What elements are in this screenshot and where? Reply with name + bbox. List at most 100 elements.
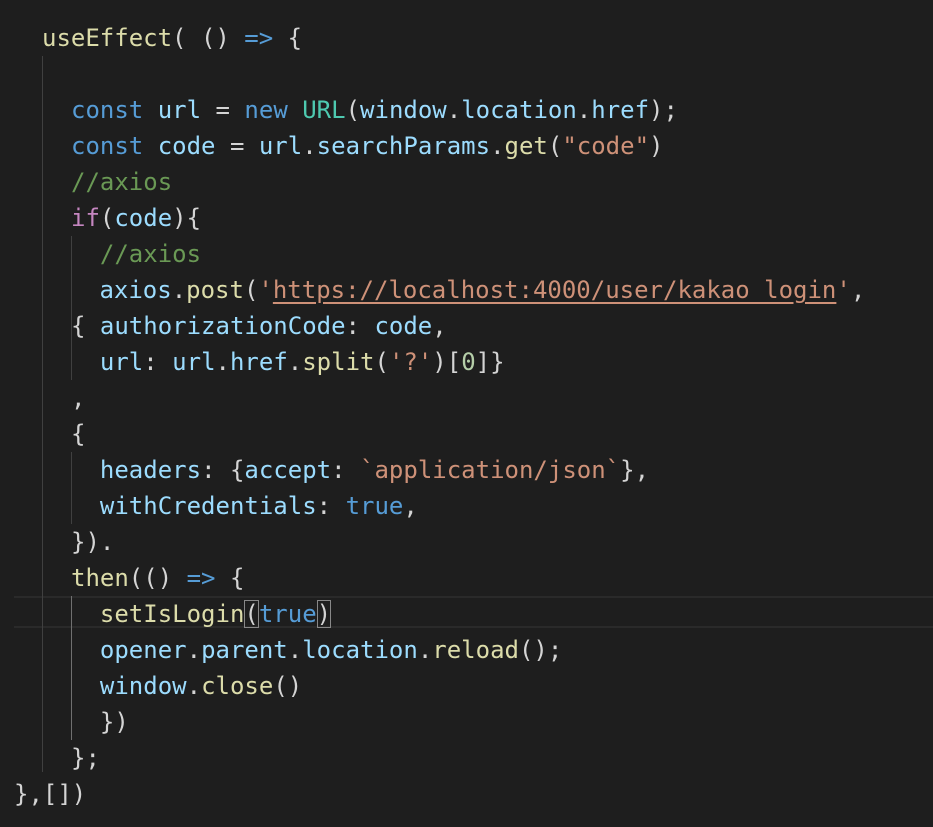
- code-token: ((): [128, 564, 187, 592]
- code-token: (: [244, 600, 259, 628]
- code-line[interactable]: {: [71, 416, 85, 452]
- code-token: },[]): [14, 780, 87, 808]
- code-token: }).: [71, 528, 115, 556]
- code-token: location: [461, 96, 577, 124]
- code-token: ();: [518, 636, 563, 664]
- code-line[interactable]: headers: {accept: `application/json`},: [71, 452, 649, 488]
- code-token: https://localhost:4000/user/kakao_login: [272, 276, 837, 304]
- code-line[interactable]: useEffect( () => {: [42, 20, 302, 56]
- code-token: searchParams: [316, 132, 491, 160]
- code-token: ,: [432, 312, 447, 340]
- code-token: true: [345, 492, 404, 520]
- code-token: =>: [186, 564, 216, 592]
- code-token: code: [157, 132, 216, 160]
- code-token: ( (): [172, 24, 245, 52]
- code-token: window: [99, 672, 187, 700]
- code-token: (: [243, 276, 259, 304]
- indent-guide-outer: [42, 56, 43, 772]
- code-token: window: [360, 96, 447, 124]
- code-token: {: [71, 312, 100, 340]
- code-token: url: [157, 96, 202, 124]
- code-token: .: [186, 672, 202, 700]
- code-line[interactable]: };: [71, 740, 100, 776]
- code-token: .: [576, 96, 592, 124]
- code-token: code: [374, 312, 433, 340]
- code-line[interactable]: window.close(): [71, 668, 302, 704]
- code-token: .: [490, 132, 505, 160]
- code-token: parent: [201, 636, 288, 664]
- code-token: (: [345, 96, 361, 124]
- code-token: reload: [432, 636, 519, 664]
- code-token: }): [71, 708, 129, 736]
- code-token: headers: [99, 456, 202, 484]
- code-token: ,: [403, 492, 418, 520]
- code-token: code: [114, 204, 173, 232]
- code-token: const: [71, 96, 144, 124]
- code-token: true: [258, 600, 317, 628]
- code-token: {: [71, 420, 86, 448]
- code-token: useEffect: [42, 24, 173, 52]
- code-token: url: [258, 132, 303, 160]
- code-token: split: [302, 348, 375, 376]
- code-line[interactable]: setIsLogin(true): [71, 596, 332, 632]
- code-line[interactable]: then(() => {: [71, 560, 244, 596]
- code-line[interactable]: axios.post('https://localhost:4000/user/…: [85, 272, 865, 308]
- code-token: URL: [302, 96, 346, 124]
- code-token: .: [302, 132, 317, 160]
- code-token: ): [316, 600, 332, 628]
- code-token: ': [258, 276, 273, 304]
- code-line[interactable]: ,: [71, 380, 85, 416]
- code-line[interactable]: const url = new URL(window.location.href…: [71, 92, 678, 128]
- code-line[interactable]: if(code){: [71, 200, 201, 236]
- code-token: .: [287, 348, 303, 376]
- code-token: .: [186, 636, 202, 664]
- code-token: :: [331, 456, 361, 484]
- code-token: :: [316, 492, 346, 520]
- code-token: withCredentials: [99, 492, 317, 520]
- code-line[interactable]: }).: [71, 524, 114, 560]
- code-token: ,: [850, 276, 866, 304]
- code-token: post: [186, 276, 244, 304]
- code-token: .: [417, 636, 433, 664]
- code-line[interactable]: },[]): [14, 776, 86, 812]
- code-token: authorizationCode: [99, 312, 346, 340]
- code-token: location: [302, 636, 418, 664]
- code-token: (): [273, 672, 303, 700]
- code-token: '?': [388, 348, 433, 376]
- code-line[interactable]: opener.parent.location.reload();: [71, 632, 562, 668]
- code-token: )[: [432, 348, 462, 376]
- code-token: },: [620, 456, 650, 484]
- code-token: :: [143, 348, 173, 376]
- code-token: :: [345, 312, 375, 340]
- code-line[interactable]: //axios: [71, 236, 201, 272]
- code-token: ){: [172, 204, 202, 232]
- code-token: ]}: [475, 348, 505, 376]
- code-line[interactable]: }): [71, 704, 129, 740]
- code-token: "code": [562, 132, 650, 160]
- code-line[interactable]: { authorizationCode: code,: [71, 308, 447, 344]
- code-token: accept: [244, 456, 332, 484]
- code-token: setIsLogin: [99, 600, 245, 628]
- code-token: ,: [71, 384, 86, 412]
- code-line[interactable]: withCredentials: true,: [71, 488, 418, 524]
- code-editor[interactable]: useEffect( () => {const url = new URL(wi…: [0, 0, 933, 827]
- code-token: .: [446, 96, 462, 124]
- code-line[interactable]: url: url.href.split('?')[0]}: [71, 344, 505, 380]
- code-token: };: [71, 744, 100, 772]
- code-line[interactable]: //axios: [71, 164, 172, 200]
- code-token: {: [273, 24, 303, 52]
- code-token: .: [215, 348, 230, 376]
- code-token: (: [374, 348, 389, 376]
- code-line[interactable]: const code = url.searchParams.get("code"…: [71, 128, 663, 164]
- code-token: (: [99, 204, 115, 232]
- code-token: : {: [201, 456, 245, 484]
- code-token: =: [215, 132, 259, 160]
- code-token: `application/json`: [360, 456, 621, 484]
